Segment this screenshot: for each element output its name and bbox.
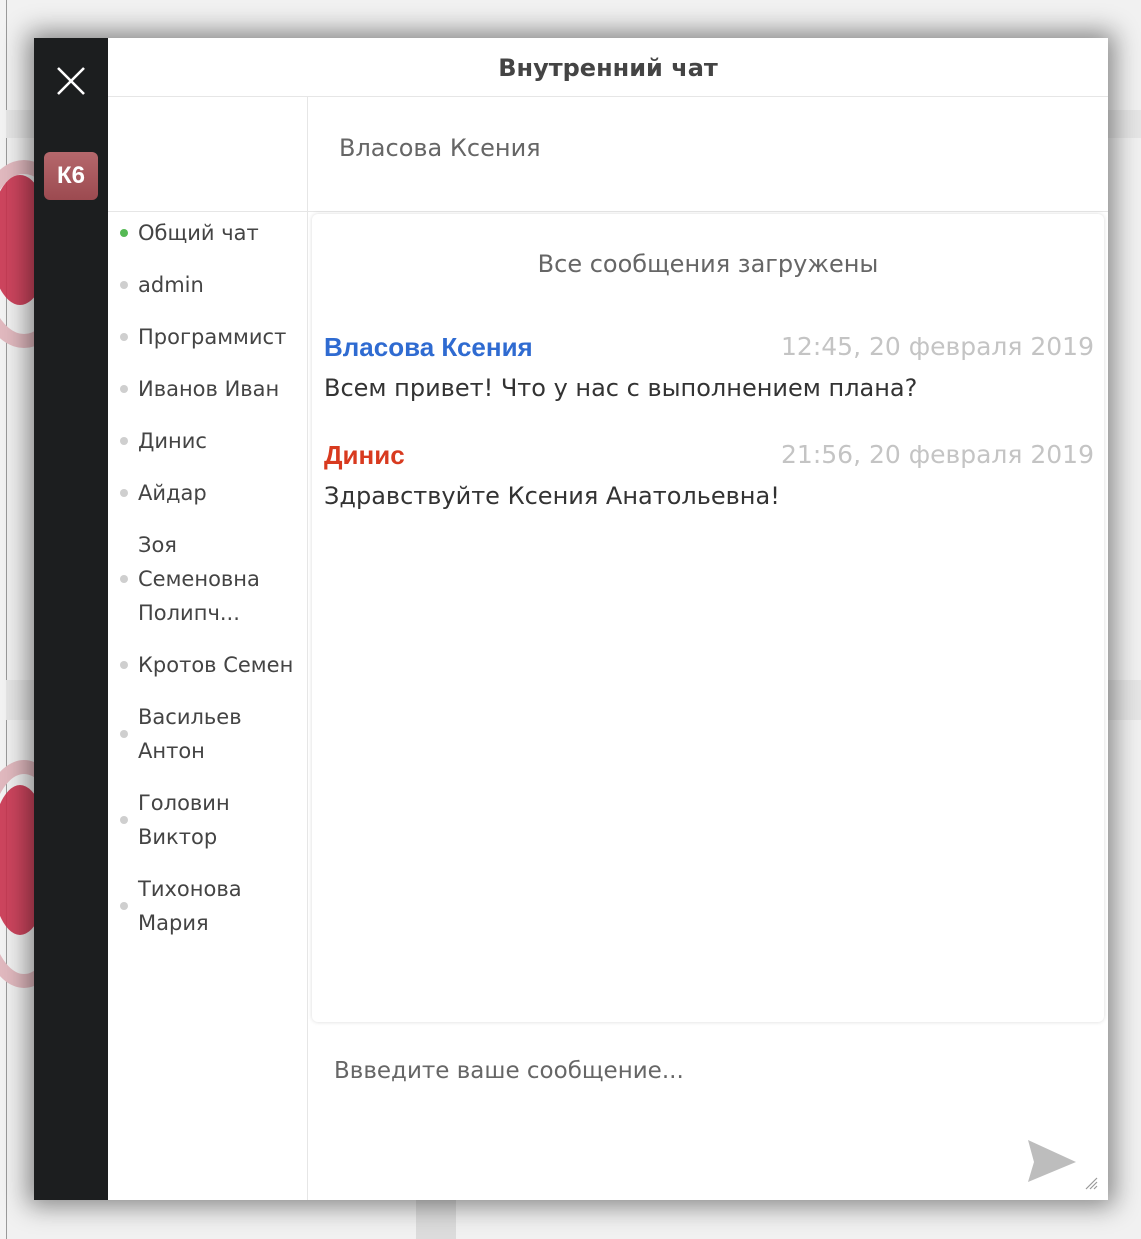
user-list-item-label: Кротов Семен [138,653,294,677]
user-list-item[interactable]: Программист [108,316,307,358]
side-rail: К6 [34,38,108,1200]
user-list-item[interactable]: Общий чат [108,212,307,254]
status-dot-icon [120,281,128,289]
user-list-item-label: Общий чат [138,221,259,245]
message-composer [308,1026,1108,1200]
status-dot-icon [120,229,128,237]
send-icon [1028,1140,1076,1182]
active-contact-name: Власова Ксения [339,134,541,162]
status-dot-icon [120,730,128,738]
user-list: Общий чат admin Программист Иванов Иван Дини… [108,212,307,954]
user-list-item[interactable]: Тихонова Мария [108,868,307,944]
user-list-item[interactable]: Головин Виктор [108,782,307,858]
status-dot-icon [120,385,128,393]
chat-main: Внутренний чат Общий чат admin Программист… [108,38,1108,1200]
status-dot-icon [120,575,128,583]
message-item: Динис 21:56, 20 февраля 2019 Здравствуйт… [324,440,1094,530]
send-button[interactable] [1024,1136,1080,1186]
user-list-item-label: Айдар [138,481,207,505]
user-list-item[interactable]: Кротов Семен [108,644,307,686]
chat-modal: К6 Внутренний чат Общий чат admin Программ… [34,38,1108,1200]
user-list-header [108,96,307,212]
status-dot-icon [120,661,128,669]
user-list-item[interactable]: Айдар [108,472,307,514]
background-block [416,1200,456,1239]
user-list-item-label: Зоя Семеновна Полипч... [138,533,260,625]
user-list-item[interactable]: Динис [108,420,307,462]
resize-handle-icon[interactable] [1084,1176,1098,1190]
close-button[interactable] [52,62,90,100]
message-input[interactable] [332,1050,1016,1092]
user-list-item-label: Динис [138,429,207,453]
message-author[interactable]: Динис [324,440,405,471]
message-time: 12:45, 20 февраля 2019 [781,332,1094,361]
user-list-item[interactable]: Зоя Семеновна Полипч... [108,524,307,634]
user-list-item-label: Тихонова Мария [138,877,242,935]
message-area[interactable]: Все сообщения загружены Власова Ксения 1… [312,214,1104,1022]
message-time: 21:56, 20 февраля 2019 [781,440,1094,469]
user-list-panel: Общий чат admin Программист Иванов Иван Дини… [108,96,308,1200]
status-dot-icon [120,437,128,445]
user-list-item[interactable]: Васильев Антон [108,696,307,772]
user-list-item[interactable]: Иванов Иван [108,368,307,410]
user-list-item-label: Программист [138,325,287,349]
user-list-item-label: Иванов Иван [138,377,280,401]
status-dot-icon [120,816,128,824]
status-dot-icon [120,333,128,341]
chat-header: Власова Ксения [308,96,1108,212]
message-item: Власова Ксения 12:45, 20 февраля 2019 Вс… [324,332,1094,422]
user-list-item[interactable]: admin [108,264,307,306]
status-dot-icon [120,489,128,497]
user-list-item-label: Васильев Антон [138,705,242,763]
user-badge[interactable]: К6 [44,152,98,200]
close-icon [57,67,85,95]
all-loaded-status: Все сообщения загружены [537,250,879,278]
user-list-item-label: Головин Виктор [138,791,230,849]
message-author[interactable]: Власова Ксения [324,332,533,363]
chat-title: Внутренний чат [108,38,1108,97]
user-list-item-label: admin [138,273,204,297]
message-text: Здравствуйте Ксения Анатольевна! [324,482,780,510]
message-text: Всем привет! Что у нас с выполнением пла… [324,374,918,402]
status-dot-icon [120,902,128,910]
